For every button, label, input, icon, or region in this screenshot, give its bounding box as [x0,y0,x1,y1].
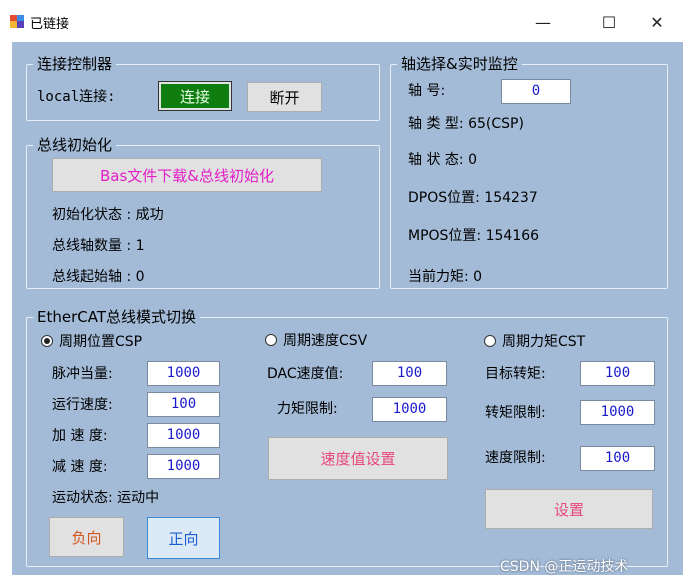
axis-type-text: 轴 类 型: 65(CSP) [408,116,524,132]
accel-field[interactable]: 1000 [147,423,220,448]
csp-radio-label: 周期位置CSP [59,334,143,350]
torque-limit-label: 力矩限制: [277,401,338,417]
monitor-group-title: 轴选择&实时监控 [397,55,522,73]
dac-speed-label: DAC速度值: [267,366,344,382]
csp-radio-dot[interactable] [41,335,53,347]
axis-number-label: 轴 号: [408,83,446,99]
decel-field[interactable]: 1000 [147,454,220,479]
maximize-icon[interactable]: ☐ [586,9,632,35]
title-bar: 已链接 — ☐ ✕ [0,0,691,42]
current-torque-text: 当前力矩: 0 [408,269,483,285]
run-speed-field[interactable]: 100 [147,392,220,417]
run-speed-label: 运行速度: [52,397,113,413]
axis-status-text: 轴 状 态: 0 [408,152,477,168]
cst-radio[interactable]: 周期力矩CST [484,331,585,351]
dac-speed-field[interactable]: 100 [372,361,447,386]
bus-axis-count-text: 总线轴数量 : 1 [52,238,145,254]
connect-group: 连接控制器 local连接: 连接 断开 [26,55,380,121]
cst-torque-limit-label: 转矩限制: [485,405,546,421]
local-connect-label: local连接: [37,89,116,105]
bus-init-group-title: 总线初始化 [33,136,117,154]
watermark-text: CSDN @正运动技术 [500,559,629,575]
negative-direction-button[interactable]: 负向 [49,517,124,557]
disconnect-button[interactable]: 断开 [247,82,322,112]
ethercat-mode-group: EtherCAT总线模式切换 周期位置CSP 脉冲当量: 1000 运行速度: … [26,308,668,567]
client-area: 连接控制器 local连接: 连接 断开 总线初始化 Bas文件下载&总线初始化… [12,42,683,575]
app-icon [10,15,24,28]
cst-torque-limit-field[interactable]: 1000 [580,400,655,425]
axis-number-field[interactable]: 0 [501,79,571,104]
target-torque-label: 目标转矩: [485,366,546,382]
connect-group-title: 连接控制器 [33,55,117,73]
bus-start-axis-text: 总线起始轴 : 0 [52,269,145,285]
target-torque-field[interactable]: 100 [580,361,655,386]
bus-init-group: 总线初始化 Bas文件下载&总线初始化 初始化状态 : 成功 总线轴数量 : 1… [26,136,380,289]
speed-limit-field[interactable]: 100 [580,446,655,471]
csv-radio-dot[interactable] [265,334,277,346]
close-icon[interactable]: ✕ [634,9,680,35]
pulse-equiv-field[interactable]: 1000 [147,361,220,386]
csv-radio-label: 周期速度CSV [283,333,368,349]
monitor-group: 轴选择&实时监控 轴 号: 0 轴 类 型: 65(CSP) 轴 状 态: 0 … [390,55,668,289]
csp-radio[interactable]: 周期位置CSP [41,331,142,351]
csv-radio[interactable]: 周期速度CSV [265,330,367,350]
cst-radio-label: 周期力矩CST [502,334,586,350]
bas-download-init-button[interactable]: Bas文件下载&总线初始化 [52,158,322,192]
motion-status-text: 运动状态: 运动中 [52,490,160,506]
cst-radio-dot[interactable] [484,335,496,347]
window-title: 已链接 [30,17,70,32]
decel-label: 减 速 度: [52,459,108,475]
connect-button[interactable]: 连接 [158,81,232,111]
mpos-text: MPOS位置: 154166 [408,228,540,244]
dpos-text: DPOS位置: 154237 [408,190,538,206]
init-status-text: 初始化状态 : 成功 [52,207,164,223]
ethercat-mode-group-title: EtherCAT总线模式切换 [33,308,200,326]
torque-limit-field[interactable]: 1000 [372,397,447,422]
positive-direction-button[interactable]: 正向 [147,517,220,559]
speed-value-set-button[interactable]: 速度值设置 [268,437,448,480]
accel-label: 加 速 度: [52,428,108,444]
pulse-equiv-label: 脉冲当量: [52,366,113,382]
minimize-icon[interactable]: — [520,9,566,35]
cst-set-button[interactable]: 设置 [485,489,653,529]
speed-limit-label: 速度限制: [485,450,546,466]
